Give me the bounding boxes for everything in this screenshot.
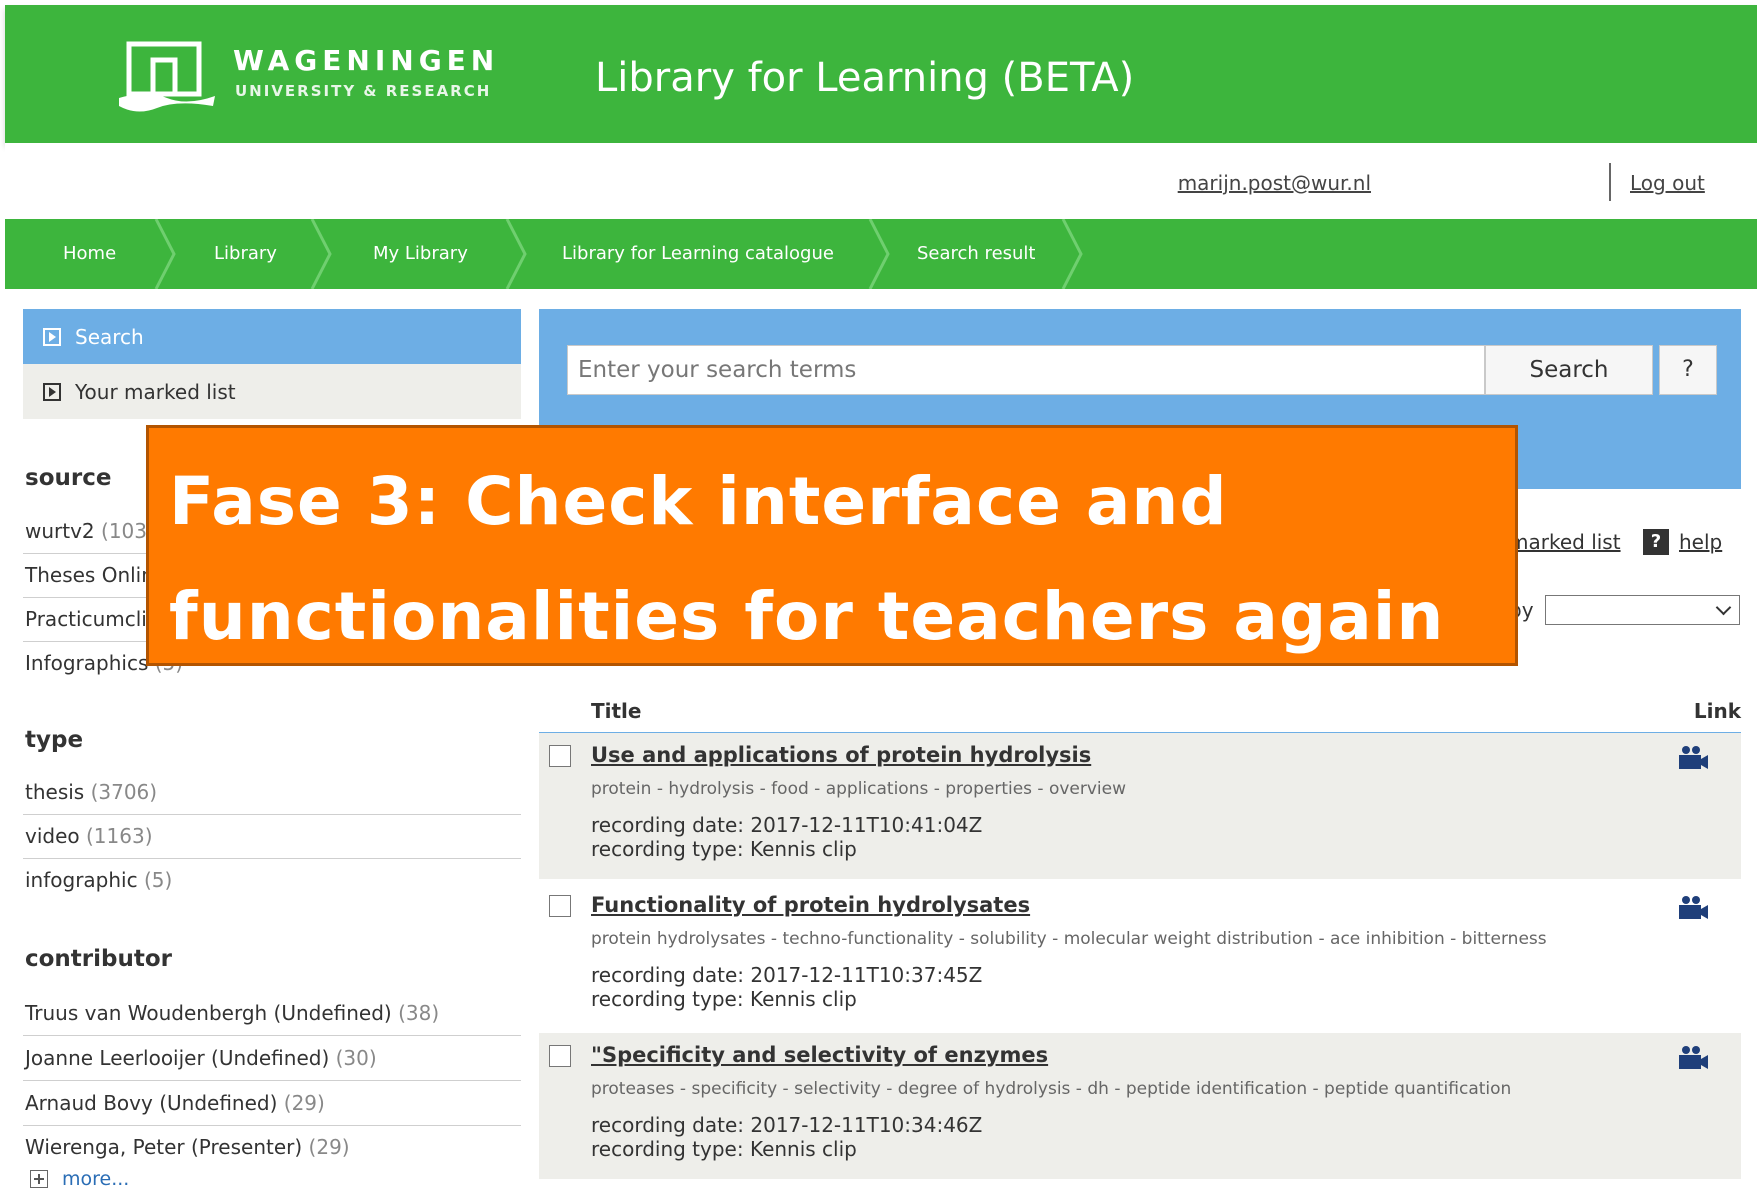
chevron-right-icon <box>310 219 332 289</box>
search-help-button[interactable]: ? <box>1659 345 1717 395</box>
result-keywords: proteases - specificity - selectivity - … <box>591 1079 1512 1099</box>
result-row: "Specificity and selectivity of enzymes … <box>539 1033 1741 1181</box>
result-keywords: protein - hydrolysis - food - applicatio… <box>591 779 1127 799</box>
phase-banner: Fase 3: Check interface and functionalit… <box>146 425 1518 666</box>
chevron-right-icon <box>1061 219 1083 289</box>
result-recording-type: recording type: Kennis clip <box>591 1137 857 1161</box>
facet-count: (1163) <box>86 824 153 848</box>
facet-label: Arnaud Bovy (Undefined) <box>25 1091 278 1115</box>
facet-count: (5) <box>143 868 173 892</box>
facet-count: (38) <box>398 1001 440 1025</box>
logo-subtitle: UNIVERSITY & RESEARCH <box>235 82 492 100</box>
divider <box>23 1080 521 1081</box>
mark-checkbox[interactable] <box>549 895 571 917</box>
facet-label: thesis <box>25 780 85 804</box>
result-row: Use and applications of protein hydrolys… <box>539 733 1741 881</box>
result-row: Functionality of protein hydrolysates pr… <box>539 883 1741 1031</box>
facet-item[interactable]: infographic (5) <box>25 868 521 892</box>
facet-item[interactable]: video (1163) <box>25 824 521 848</box>
plus-box-icon <box>30 1170 48 1188</box>
banner-line-2: functionalities for teachers again <box>169 578 1445 655</box>
logout-link[interactable]: Log out <box>1630 171 1705 195</box>
app-title: Library for Learning (BETA) <box>595 55 1135 101</box>
wur-logo-icon <box>119 41 215 112</box>
result-title-link[interactable]: Use and applications of protein hydrolys… <box>591 743 1091 767</box>
facet-item[interactable]: thesis (3706) <box>25 780 521 804</box>
chevron-right-icon <box>868 219 890 289</box>
facet-item[interactable]: Joanne Leerlooijer (Undefined) (30) <box>25 1046 521 1070</box>
facet-label: Joanne Leerlooijer (Undefined) <box>25 1046 330 1070</box>
results-header: Title Link <box>539 695 1741 735</box>
search-button[interactable]: Search <box>1485 345 1653 395</box>
sort-select[interactable] <box>1545 595 1740 625</box>
search-input[interactable]: Enter your search terms <box>567 345 1485 395</box>
facet-count: (3706) <box>90 780 158 804</box>
facet-label: Wierenga, Peter (Presenter) <box>25 1135 303 1159</box>
chevron-down-icon <box>1715 599 1732 616</box>
divider <box>23 814 521 815</box>
banner-line-1: Fase 3: Check interface and <box>169 463 1228 540</box>
result-recording-date: recording date: 2017-12-11T10:41:04Z <box>591 813 983 837</box>
logo-brand: WAGENINGEN <box>233 44 500 77</box>
result-recording-type: recording type: Kennis clip <box>591 987 857 1011</box>
mark-checkbox[interactable] <box>549 1045 571 1067</box>
wur-logo[interactable]: WAGENINGEN UNIVERSITY & RESEARCH <box>117 40 517 120</box>
breadcrumb-my-library[interactable]: My Library <box>373 219 468 289</box>
chevron-right-icon <box>505 219 527 289</box>
play-box-icon <box>43 382 61 401</box>
facet-item[interactable]: Wierenga, Peter (Presenter) (29) <box>25 1135 521 1159</box>
nav-search[interactable]: Search <box>23 309 521 364</box>
facet-heading-contributor: contributor <box>25 946 173 972</box>
nav-marked-list-label: Your marked list <box>75 379 236 404</box>
facet-heading-type: type <box>25 727 84 753</box>
divider <box>1609 163 1611 201</box>
facet-label: infographic <box>25 868 138 892</box>
divider <box>23 1125 521 1126</box>
header-bar: WAGENINGEN UNIVERSITY & RESEARCH Library… <box>5 5 1757 143</box>
result-title-link[interactable]: "Specificity and selectivity of enzymes <box>591 1043 1048 1067</box>
marked-list-link[interactable]: marked list <box>1509 530 1621 554</box>
more-contributors-link[interactable]: more... <box>30 1168 129 1190</box>
breadcrumb-home[interactable]: Home <box>63 219 116 289</box>
side-nav: Search Your marked list <box>23 309 521 419</box>
chevron-right-icon <box>154 219 176 289</box>
divider <box>23 858 521 859</box>
nav-marked-list[interactable]: Your marked list <box>23 364 521 419</box>
facet-heading-source: source <box>25 465 112 491</box>
facet-label: video <box>25 824 80 848</box>
nav-search-label: Search <box>75 324 144 349</box>
facet-label: wurtv2 <box>25 519 95 543</box>
breadcrumb-search-result[interactable]: Search result <box>917 219 1036 289</box>
more-label: more... <box>62 1168 130 1190</box>
result-keywords: protein hydrolysates - techno-functional… <box>591 929 1547 949</box>
video-camera-icon[interactable] <box>1677 1045 1709 1071</box>
facet-count: (30) <box>335 1046 377 1070</box>
user-bar: marijn.post@wur.nl Log out <box>5 143 1757 219</box>
facet-item[interactable]: Arnaud Bovy (Undefined) (29) <box>25 1091 521 1115</box>
facet-count: (29) <box>283 1091 325 1115</box>
result-recording-date: recording date: 2017-12-11T10:37:45Z <box>591 963 983 987</box>
breadcrumb-catalogue[interactable]: Library for Learning catalogue <box>562 219 834 289</box>
help-icon[interactable]: ? <box>1643 529 1669 555</box>
video-camera-icon[interactable] <box>1677 895 1709 921</box>
facet-item[interactable]: Truus van Woudenbergh (Undefined) (38) <box>25 1001 521 1025</box>
help-link[interactable]: help <box>1679 530 1722 554</box>
breadcrumb: Home Library My Library Library for Lear… <box>5 219 1757 289</box>
result-recording-date: recording date: 2017-12-11T10:34:46Z <box>591 1113 983 1137</box>
result-recording-type: recording type: Kennis clip <box>591 837 857 861</box>
facet-label: Infographics <box>25 651 149 675</box>
play-box-icon <box>43 327 61 346</box>
column-link: Link <box>1693 699 1741 723</box>
column-title: Title <box>591 699 642 723</box>
user-email-link[interactable]: marijn.post@wur.nl <box>1178 171 1371 195</box>
video-camera-icon[interactable] <box>1677 745 1709 771</box>
facet-label: Truus van Woudenbergh (Undefined) <box>25 1001 392 1025</box>
breadcrumb-library[interactable]: Library <box>214 219 277 289</box>
mark-checkbox[interactable] <box>549 745 571 767</box>
divider <box>23 1035 521 1036</box>
facet-count: (29) <box>308 1135 350 1159</box>
result-title-link[interactable]: Functionality of protein hydrolysates <box>591 893 1030 917</box>
